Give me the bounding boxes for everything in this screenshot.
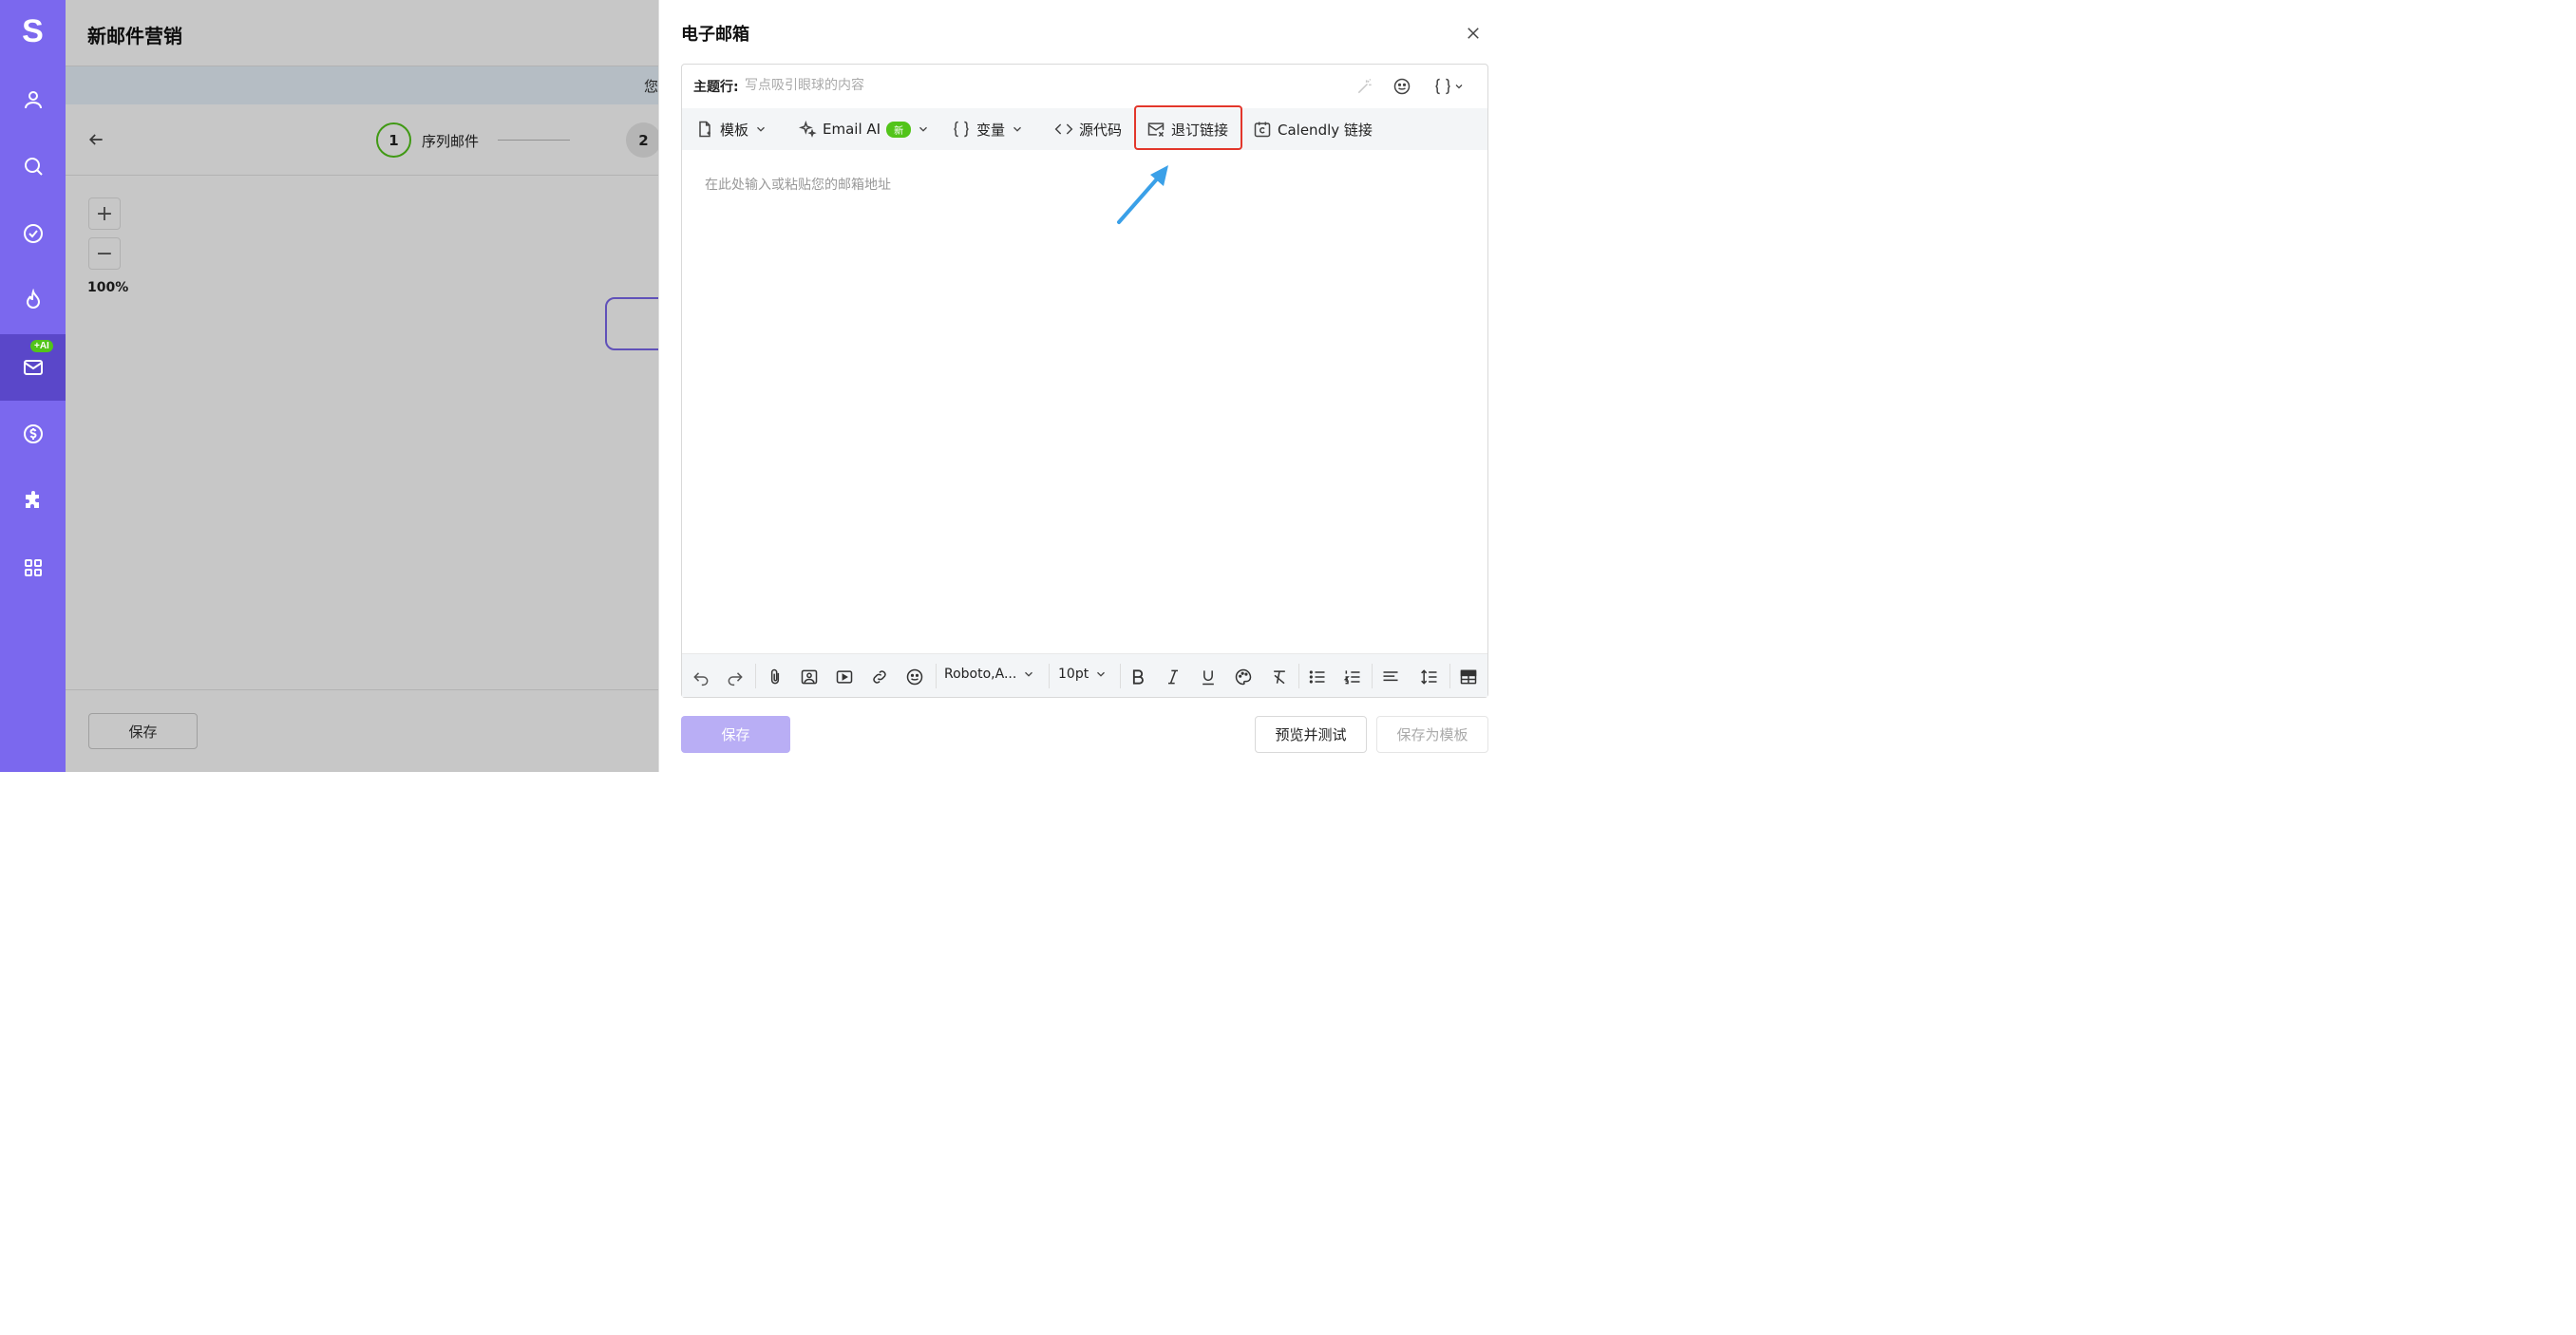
- ai-badge: +AI: [30, 340, 53, 352]
- clear-format-icon[interactable]: [1268, 666, 1291, 688]
- font-size-value: 10pt: [1058, 667, 1089, 682]
- sparkles-icon: [798, 120, 817, 138]
- subject-variable-menu[interactable]: [1430, 76, 1468, 97]
- chevron-down-icon: [1097, 671, 1106, 677]
- bold-icon[interactable]: [1127, 666, 1149, 688]
- calendly-label: Calendly 链接: [1278, 121, 1373, 139]
- separator: [1298, 664, 1299, 688]
- attachment-icon[interactable]: [764, 666, 786, 688]
- mail-icon: [23, 360, 43, 375]
- save-button[interactable]: 保存: [681, 716, 790, 753]
- emoji-icon[interactable]: [903, 666, 926, 688]
- table-icon[interactable]: [1457, 666, 1480, 688]
- app-rail: S +AI: [0, 0, 66, 772]
- font-family-value: Roboto,A...: [944, 667, 1017, 682]
- rail-item-hot[interactable]: [0, 267, 66, 333]
- calendly-link-button[interactable]: Calendly 链接: [1253, 108, 1373, 150]
- search-icon: [24, 158, 43, 176]
- source-code-label: 源代码: [1079, 121, 1123, 139]
- underline-icon[interactable]: [1197, 666, 1220, 688]
- separator: [755, 664, 756, 688]
- font-family-select[interactable]: Roboto,A...: [944, 667, 1035, 682]
- variables-menu[interactable]: 变量: [952, 108, 1024, 150]
- emoji-icon[interactable]: [1392, 76, 1412, 97]
- ai-wand-icon[interactable]: [1354, 76, 1375, 97]
- email-drawer: 电子邮箱 主题行: 模板 Email AI: [658, 0, 1489, 772]
- drawer-title: 电子邮箱: [681, 25, 749, 45]
- app-logo[interactable]: S: [0, 13, 66, 50]
- separator: [1372, 664, 1373, 688]
- subject-row: 主题行:: [682, 65, 1487, 106]
- template-icon: [699, 121, 710, 138]
- chevron-down-icon: [1455, 85, 1463, 89]
- chevron-down-icon: [1025, 671, 1033, 677]
- close-icon[interactable]: [1465, 25, 1482, 42]
- email-body-editor[interactable]: 在此处输入或粘贴您的邮箱地址: [682, 152, 1487, 653]
- line-height-icon[interactable]: [1418, 666, 1441, 688]
- puzzle-icon: [25, 491, 39, 508]
- email-ai-label: Email AI: [823, 121, 881, 138]
- modal-overlay[interactable]: [66, 0, 658, 772]
- highlight-box: [1134, 105, 1242, 150]
- align-left-icon[interactable]: [1379, 666, 1402, 688]
- video-icon[interactable]: [833, 666, 856, 688]
- save-as-template-button[interactable]: 保存为模板: [1376, 716, 1488, 753]
- source-code-button[interactable]: 源代码: [1054, 108, 1122, 150]
- italic-icon[interactable]: [1162, 666, 1184, 688]
- user-icon: [24, 91, 42, 109]
- color-palette-icon[interactable]: [1232, 666, 1255, 688]
- rail-item-apps[interactable]: [0, 535, 66, 601]
- link-icon[interactable]: [868, 666, 891, 688]
- body-placeholder: 在此处输入或粘贴您的邮箱地址: [705, 178, 891, 193]
- rail-item-deals[interactable]: [0, 401, 66, 467]
- email-editor: 主题行: 模板 Email AI 新: [681, 64, 1488, 698]
- fire-icon: [26, 289, 40, 309]
- subject-label: 主题行:: [693, 80, 739, 95]
- font-size-select[interactable]: 10pt: [1058, 667, 1108, 682]
- format-toolbar: Roboto,A... 10pt: [682, 653, 1487, 697]
- new-badge: 新: [886, 121, 912, 138]
- apps-grid-icon: [24, 559, 42, 576]
- chevron-down-icon: [919, 126, 928, 132]
- rail-item-email[interactable]: +AI: [0, 334, 66, 401]
- chevron-down-icon: [757, 126, 765, 132]
- calendar-icon: [1254, 122, 1271, 138]
- redo-icon[interactable]: [724, 666, 747, 688]
- subject-input[interactable]: [745, 75, 1334, 96]
- editor-toolbar: 模板 Email AI 新 变量 源代码 退订链接 Calendly 链接: [682, 108, 1487, 150]
- separator: [1120, 664, 1121, 688]
- braces-icon: [954, 121, 969, 138]
- separator: [936, 664, 937, 688]
- rail-item-tasks[interactable]: [0, 200, 66, 267]
- separator: [1449, 664, 1450, 688]
- undo-icon[interactable]: [690, 666, 712, 688]
- variables-label: 变量: [976, 121, 1006, 139]
- code-icon: [1054, 123, 1073, 135]
- template-menu[interactable]: 模板: [695, 108, 767, 150]
- rail-item-contacts[interactable]: [0, 66, 66, 133]
- numbered-list-icon[interactable]: [1341, 666, 1364, 688]
- image-icon[interactable]: [798, 666, 821, 688]
- preview-test-button[interactable]: 预览并测试: [1255, 716, 1367, 753]
- rail-item-integrations[interactable]: [0, 468, 66, 535]
- separator: [1049, 664, 1050, 688]
- bullet-list-icon[interactable]: [1306, 666, 1329, 688]
- email-ai-menu[interactable]: Email AI 新: [798, 108, 930, 150]
- rail-item-search[interactable]: [0, 133, 66, 199]
- template-label: 模板: [720, 121, 749, 139]
- dollar-icon: [23, 424, 43, 443]
- braces-icon: [1435, 78, 1450, 95]
- check-circle-icon: [23, 224, 43, 243]
- chevron-down-icon: [1013, 126, 1021, 132]
- annotation-arrow-icon: [1117, 165, 1168, 224]
